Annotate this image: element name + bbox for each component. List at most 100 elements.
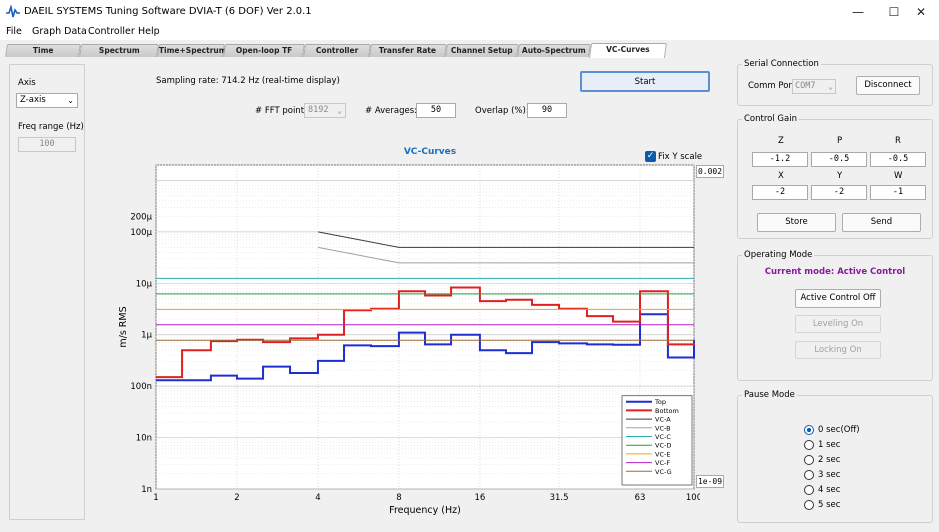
- x-tick-label: 2: [234, 493, 239, 503]
- legend-entry: VC-A: [655, 416, 671, 424]
- pause-radio-1[interactable]: [804, 440, 814, 450]
- gain-label-z: Z: [778, 136, 784, 146]
- left-panel: Axis Z-axis ⌄ Freq range (Hz) 100: [9, 64, 85, 520]
- legend-entry: VC-C: [655, 433, 671, 441]
- pause-option-4: 4 sec: [818, 485, 841, 495]
- pause-mode-title: Pause Mode: [742, 390, 797, 400]
- tab-channel-setup[interactable]: Channel Setup: [445, 44, 519, 57]
- legend-entry: VC-B: [655, 424, 671, 432]
- menu-help[interactable]: Help: [138, 26, 160, 37]
- chart-title: VC-Curves: [404, 147, 456, 157]
- fft-points-value: 8192: [308, 105, 329, 115]
- x-tick-label: 63: [635, 493, 646, 503]
- legend-entry: VC-F: [655, 459, 670, 467]
- serial-connection-group: Serial Connection Comm Port COM7 ⌄ Disco…: [737, 59, 933, 106]
- y-tick-label: 100n: [130, 382, 152, 392]
- start-button[interactable]: Start: [580, 71, 710, 92]
- minimize-button[interactable]: —: [840, 0, 876, 24]
- legend-entry: Top: [654, 398, 666, 406]
- gain-x-input[interactable]: -2: [752, 185, 808, 200]
- y-tick-label: 10n: [136, 434, 152, 444]
- tab-spectrum[interactable]: Spectrum: [79, 44, 159, 57]
- axis-select-value: Z-axis: [20, 95, 46, 105]
- menu-graph-data[interactable]: Graph Data: [32, 26, 87, 37]
- title-bar: DAEIL SYSTEMS Tuning Software DVIA-T (6 …: [0, 0, 939, 24]
- gain-z-input[interactable]: -1.2: [752, 152, 808, 167]
- y-tick-label: 200µ: [130, 212, 152, 222]
- chevron-down-icon: ⌄: [337, 106, 342, 115]
- legend-entry: VC-G: [655, 468, 672, 476]
- tab-strip: Time Spectrum Time+Spectrum Open-loop TF…: [4, 43, 668, 58]
- tab-time-spectrum[interactable]: Time+Spectrum: [157, 44, 227, 57]
- tab-open-loop-tf[interactable]: Open-loop TF: [223, 44, 305, 57]
- serial-connection-title: Serial Connection: [742, 59, 821, 69]
- control-gain-title: Control Gain: [742, 114, 799, 124]
- overlap-label: Overlap (%):: [475, 106, 529, 116]
- axis-select[interactable]: Z-axis ⌄: [16, 93, 78, 108]
- disconnect-button[interactable]: Disconnect: [856, 76, 920, 95]
- locking-on-button[interactable]: Locking On: [795, 341, 881, 359]
- y-tick-label: 1n: [141, 485, 152, 495]
- axis-label: Axis: [18, 78, 36, 88]
- send-button[interactable]: Send: [842, 213, 921, 232]
- store-button[interactable]: Store: [757, 213, 836, 232]
- pause-radio-0[interactable]: [804, 425, 814, 435]
- averages-input[interactable]: 50: [416, 103, 456, 118]
- fft-points-select: 8192 ⌄: [304, 103, 346, 118]
- freq-range-label: Freq range (Hz): [18, 122, 84, 132]
- pause-option-3: 3 sec: [818, 470, 841, 480]
- chevron-down-icon: ⌄: [828, 82, 833, 91]
- pause-radio-5[interactable]: [804, 500, 814, 510]
- gain-r-input[interactable]: -0.5: [870, 152, 926, 167]
- x-tick-label: 100: [686, 493, 700, 503]
- control-gain-group: Control Gain Z P R -1.2 -0.5 -0.5 X Y W …: [737, 114, 933, 239]
- y-tick-label: 1µ: [141, 331, 152, 341]
- gain-label-r: R: [895, 136, 901, 146]
- comm-port-select: COM7 ⌄: [792, 79, 836, 94]
- tab-auto-spectrum[interactable]: Auto-Spectrum: [517, 44, 591, 57]
- gain-y-input[interactable]: -2: [811, 185, 867, 200]
- active-control-off-button[interactable]: Active Control Off: [795, 289, 881, 308]
- x-tick-label: 8: [396, 493, 401, 503]
- tab-time[interactable]: Time: [5, 44, 81, 57]
- menu-controller[interactable]: Controller: [88, 26, 135, 37]
- gain-label-y: Y: [837, 171, 843, 181]
- comm-port-label: Comm Port: [748, 81, 796, 91]
- legend-entry: VC-D: [655, 442, 671, 450]
- pause-radio-2[interactable]: [804, 455, 814, 465]
- pause-radio-3[interactable]: [804, 470, 814, 480]
- x-tick-label: 4: [315, 493, 320, 503]
- menu-bar: File Graph Data Controller Help: [0, 24, 939, 40]
- chevron-down-icon: ⌄: [67, 96, 74, 105]
- legend-entry: Bottom: [655, 407, 679, 415]
- fft-points-label: # FFT points:: [255, 106, 312, 116]
- legend-entry: VC-E: [655, 450, 670, 458]
- gain-w-input[interactable]: -1: [870, 185, 926, 200]
- pause-option-5: 5 sec: [818, 500, 841, 510]
- y-max-input[interactable]: 0.002: [696, 165, 724, 178]
- x-axis-label: Frequency (Hz): [389, 505, 461, 516]
- tab-vc-curves[interactable]: VC-Curves: [588, 43, 668, 58]
- y-tick-label: 100µ: [130, 228, 152, 238]
- comm-port-value: COM7: [795, 81, 816, 91]
- freq-range-field: 100: [18, 137, 76, 152]
- window-title: DAEIL SYSTEMS Tuning Software DVIA-T (6 …: [24, 6, 312, 17]
- gain-label-x: X: [778, 171, 784, 181]
- y-min-input[interactable]: 1e-09: [696, 475, 724, 488]
- x-tick-label: 1: [153, 493, 158, 503]
- operating-mode-title: Operating Mode: [742, 250, 815, 260]
- current-mode-text: Current mode: Active Control: [764, 267, 906, 277]
- pause-option-0: 0 sec(Off): [818, 425, 860, 435]
- menu-file[interactable]: File: [6, 26, 22, 37]
- tab-controller[interactable]: Controller: [303, 44, 371, 57]
- y-tick-label: 10µ: [136, 279, 153, 289]
- app-logo-icon: [6, 5, 20, 18]
- gain-p-input[interactable]: -0.5: [811, 152, 867, 167]
- overlap-input[interactable]: 90: [527, 103, 567, 118]
- pause-radio-4[interactable]: [804, 485, 814, 495]
- leveling-on-button[interactable]: Leveling On: [795, 315, 881, 333]
- close-button[interactable]: ✕: [903, 0, 939, 24]
- tab-transfer-rate[interactable]: Transfer Rate: [369, 44, 447, 57]
- pause-option-2: 2 sec: [818, 455, 841, 465]
- x-tick-label: 16: [474, 493, 485, 503]
